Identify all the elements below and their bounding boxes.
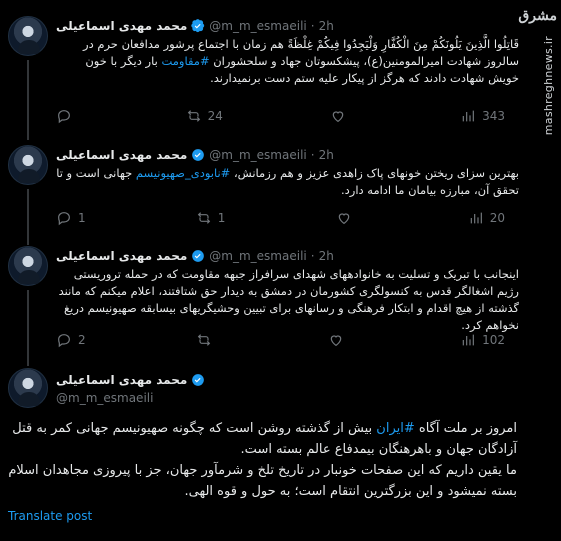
action-bar: 2 102	[56, 330, 525, 350]
tweet-text: قَاتِلُوا الَّذِينَ يَلُونَكُمْ مِنَ الْ…	[56, 36, 519, 87]
avatar[interactable]	[8, 368, 48, 408]
timestamp[interactable]: 2h	[319, 19, 334, 33]
display-name[interactable]: محمد مهدی اسماعیلی	[56, 148, 187, 162]
action-bar: 1 1 20	[56, 208, 525, 228]
like-button[interactable]	[328, 332, 350, 348]
timestamp[interactable]: 2h	[319, 148, 334, 162]
thread-line	[27, 290, 29, 366]
hashtag-link[interactable]: #ایران	[376, 421, 414, 436]
timestamp[interactable]: 2h	[319, 249, 334, 263]
retweet-button[interactable]: 1	[196, 210, 226, 226]
handle: @m_m_esmaeili	[209, 249, 307, 263]
views-icon	[462, 110, 474, 122]
thread-line	[27, 60, 29, 140]
views-icon	[470, 212, 482, 224]
retweet-icon	[187, 110, 200, 122]
retweet-icon	[197, 334, 210, 346]
reply-count: 1	[78, 211, 86, 225]
translate-post-link[interactable]: Translate post	[8, 509, 92, 523]
watermark: مشرق mashreghnews.ir	[518, 8, 559, 135]
heart-icon	[330, 335, 342, 347]
reply-count: 2	[78, 333, 86, 347]
watermark-logo: مشرق	[518, 8, 557, 24]
main-post-paragraph-1: امروز بر ملت آگاه #ایران بیش از گذشته رو…	[8, 418, 517, 460]
verified-badge-icon	[191, 19, 205, 33]
reply-button[interactable]: 1	[56, 210, 86, 226]
heart-icon	[338, 213, 349, 225]
views-button[interactable]: 102	[460, 332, 505, 348]
hashtag-link[interactable]: #نابودی_صهیونیسم	[136, 166, 230, 180]
views-button[interactable]: 343	[460, 108, 505, 124]
tweet-header: محمد مهدی اسماعیلی @m_m_esmaeili · 2h	[56, 145, 334, 165]
tweet-text: بهترین سزای ریختن خونهای پاک زاهدی عزیز …	[56, 165, 519, 199]
thread-line	[27, 189, 29, 245]
tweet-header: محمد مهدی اسماعیلی @m_m_esmaeili · 2h	[56, 246, 334, 266]
handle[interactable]: @m_m_esmaeili	[56, 389, 209, 407]
tweet-text-part: بهترین سزای ریختن خونهای پاک زاهدی عزیز …	[230, 166, 519, 180]
retweet-button[interactable]: 24	[186, 108, 223, 124]
author-block: محمد مهدی اسماعیلی @m_m_esmaeili	[56, 371, 209, 407]
watermark-site: mashreghnews.ir	[542, 36, 555, 136]
view-count: 102	[482, 333, 505, 347]
verified-badge-icon	[191, 373, 205, 387]
views-button[interactable]: 20	[468, 210, 505, 226]
author-name-row: محمد مهدی اسماعیلی	[56, 371, 209, 389]
like-button[interactable]	[336, 210, 358, 226]
action-bar: 24 343	[56, 106, 525, 126]
reply-icon	[58, 212, 70, 226]
separator-dot: ·	[310, 148, 315, 162]
handle: @m_m_esmaeili	[209, 19, 307, 33]
verified-badge-icon	[191, 148, 205, 162]
heart-icon	[333, 111, 344, 123]
hashtag-link[interactable]: #مقاومت	[161, 54, 209, 68]
retweet-icon	[197, 212, 210, 224]
separator-dot: ·	[310, 19, 315, 33]
reply-icon	[58, 334, 70, 348]
views-icon	[462, 334, 474, 346]
retweet-count: 1	[217, 211, 226, 225]
verified-badge-icon	[191, 249, 205, 263]
display-name[interactable]: محمد مهدی اسماعیلی	[56, 371, 187, 389]
view-count: 20	[489, 211, 505, 225]
separator-dot: ·	[310, 249, 315, 263]
handle: @m_m_esmaeili	[209, 148, 307, 162]
display-name[interactable]: محمد مهدی اسماعیلی	[56, 249, 187, 263]
avatar[interactable]	[8, 246, 48, 286]
reply-button[interactable]	[56, 108, 78, 124]
view-count: 343	[482, 109, 505, 123]
main-post-paragraph-2: ما یقین داریم که این صفحات خونبار در تار…	[8, 463, 517, 499]
main-post-text: امروز بر ملت آگاه #ایران بیش از گذشته رو…	[8, 418, 517, 502]
avatar[interactable]	[8, 145, 48, 185]
retweet-count: 24	[207, 109, 223, 123]
reply-button[interactable]: 2	[56, 332, 86, 348]
retweet-button[interactable]	[196, 332, 218, 348]
tweet-header: محمد مهدی اسماعیلی @m_m_esmaeili · 2h	[56, 16, 334, 36]
tweet-text: اینجانب با تبریک و تسلیت به خانوادههای ش…	[58, 267, 519, 332]
main-text-part: امروز بر ملت آگاه	[414, 421, 517, 436]
avatar[interactable]	[8, 16, 48, 56]
reply-icon	[58, 110, 70, 124]
display-name[interactable]: محمد مهدی اسماعیلی	[56, 19, 187, 33]
like-button[interactable]	[330, 108, 352, 124]
